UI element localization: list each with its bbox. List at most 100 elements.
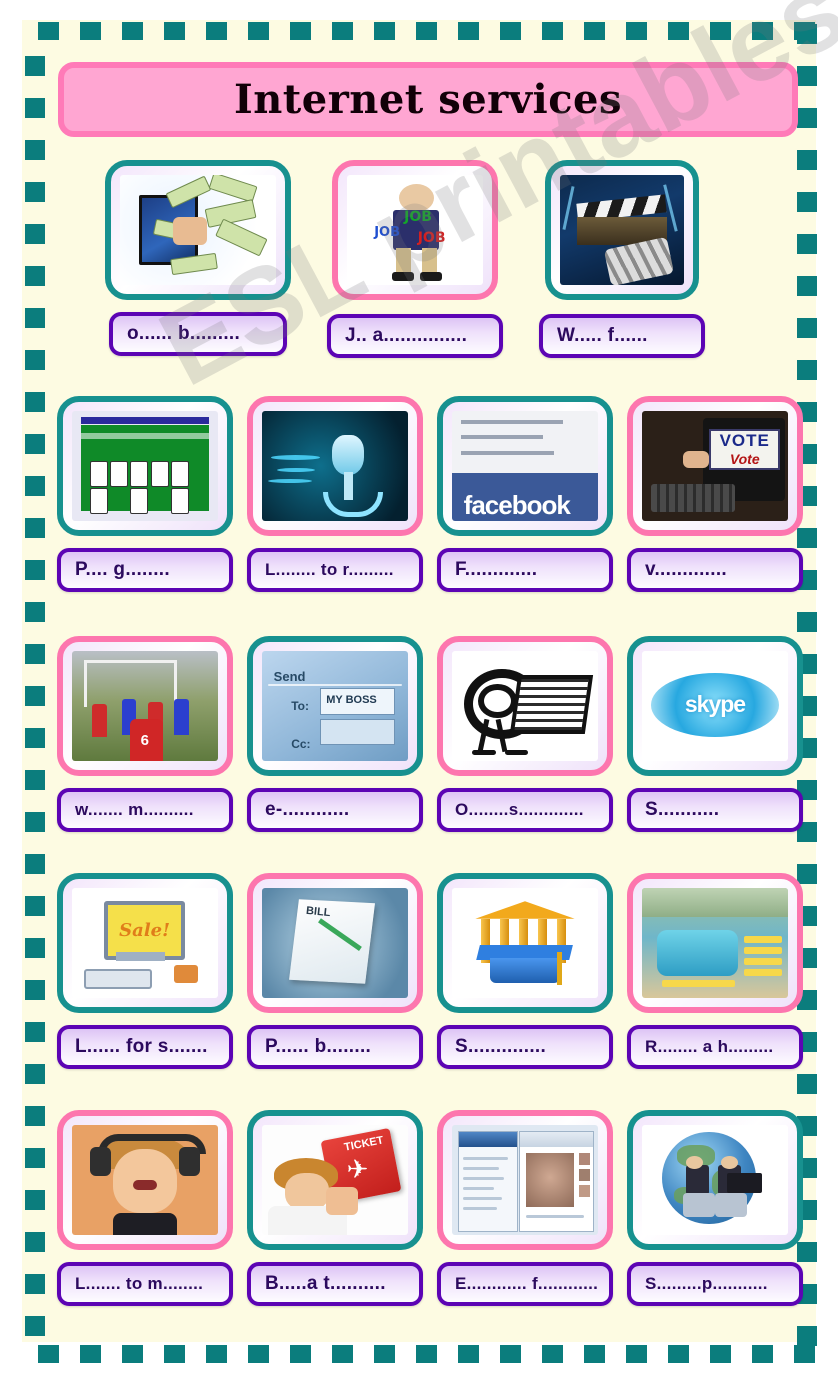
answer-label: w....... m..........: [75, 800, 194, 819]
social-pages-globe-laptop-image: [642, 1125, 788, 1235]
worksheet-cell: JOB JOB JOB J.. a...............: [327, 160, 503, 358]
answer-plate[interactable]: L........ to r.........: [247, 548, 423, 592]
job-word-red: JOB: [417, 230, 446, 246]
worksheet-cell: L....... to m........: [57, 1110, 233, 1306]
answer-label: R........ a h.........: [645, 1037, 774, 1056]
picture-frame: TICKET ✈: [247, 1110, 423, 1250]
picture-frame: skype: [627, 636, 803, 776]
answer-plate[interactable]: P.... g........: [57, 548, 233, 592]
answer-label: B.....a t..........: [265, 1273, 386, 1294]
answer-label: S.........p...........: [645, 1274, 768, 1293]
picture-frame: [105, 160, 291, 300]
answer-plate[interactable]: o...... b.........: [109, 312, 287, 356]
worksheet-cell: TICKET ✈ B.....a t..........: [247, 1110, 423, 1306]
picture-frame: [437, 1110, 613, 1250]
answer-plate[interactable]: O........s.............: [437, 788, 613, 832]
worksheet-row-2: P.... g........ L........ to r.........: [57, 396, 803, 592]
answer-label: L........ to r.........: [265, 560, 394, 579]
page-title: Internet services: [233, 76, 623, 123]
answer-plate[interactable]: L....... to m........: [57, 1262, 233, 1306]
picture-frame: facebook: [437, 396, 613, 536]
voting-computer-image: VOTE Vote: [642, 411, 788, 521]
answer-label: S...........: [645, 799, 720, 820]
paying-bills-document-image: BILL: [262, 888, 408, 998]
answer-label: L...... for s.......: [75, 1036, 208, 1057]
online-shopping-at-cart-image: [452, 651, 598, 761]
dashed-border-bottom: [38, 1345, 818, 1363]
vote-text: VOTE: [719, 431, 770, 451]
worksheet-cell: W..... f......: [539, 160, 705, 358]
picture-frame: JOB JOB JOB: [332, 160, 498, 300]
answer-plate[interactable]: F.............: [437, 548, 613, 592]
answer-plate[interactable]: W..... f......: [539, 314, 705, 358]
answer-plate[interactable]: B.....a t..........: [247, 1262, 423, 1306]
answer-plate[interactable]: S...........: [627, 788, 803, 832]
picture-frame: [437, 873, 613, 1013]
picture-frame: [545, 160, 699, 300]
dashed-border-top: [38, 22, 818, 40]
answer-plate[interactable]: w....... m..........: [57, 788, 233, 832]
email-send-to-my-boss-image: Send To: MY BOSS Cc:: [262, 651, 408, 761]
answer-plate[interactable]: S.........p...........: [627, 1262, 803, 1306]
facebook-wordmark: facebook: [463, 490, 571, 521]
worksheet-cell: BILL P...... b........: [247, 873, 423, 1069]
worksheet-cell: S..............: [437, 873, 613, 1069]
worksheet-cell: VOTE Vote v.............: [627, 396, 803, 592]
worksheet-page: Internet services ESL printables.com o..…: [0, 0, 838, 1389]
answer-plate[interactable]: J.. a...............: [327, 314, 503, 358]
answer-plate[interactable]: E............ f............: [437, 1262, 613, 1306]
watching-matches-football-image: 6: [72, 651, 218, 761]
vote-text-small: Vote: [729, 451, 760, 468]
answer-plate[interactable]: L...... for s.......: [57, 1025, 233, 1069]
worksheet-cell: skype S...........: [627, 636, 803, 832]
title-banner: Internet services: [58, 62, 798, 137]
worksheet-row-5: L....... to m........ TICKET ✈ B.....a t…: [57, 1110, 803, 1306]
answer-label: o...... b.........: [127, 323, 241, 344]
listening-to-radio-microphone-image: [262, 411, 408, 521]
mail-boss-value: MY BOSS: [326, 693, 377, 706]
picture-frame: [247, 396, 423, 536]
picture-frame: VOTE Vote: [627, 396, 803, 536]
job-word-green: JOB: [404, 209, 432, 226]
picture-frame: 6: [57, 636, 233, 776]
answer-plate[interactable]: R........ a h.........: [627, 1025, 803, 1069]
picture-frame: [627, 873, 803, 1013]
worksheet-cell: O........s.............: [437, 636, 613, 832]
answer-label: O........s.............: [455, 800, 584, 819]
answer-plate[interactable]: e-............: [247, 788, 423, 832]
worksheet-row-4: Sale! L...... for s....... BILL P...... …: [57, 873, 803, 1069]
sale-text: Sale!: [119, 919, 171, 941]
skype-wordmark: skype: [684, 691, 746, 718]
answer-label: e-............: [265, 799, 350, 820]
answer-label: E............ f............: [455, 1274, 599, 1293]
worksheet-cell: P.... g........: [57, 396, 233, 592]
worksheet-cell: o...... b.........: [105, 160, 291, 358]
answer-plate[interactable]: S..............: [437, 1025, 613, 1069]
mail-send-label: Send: [273, 668, 306, 684]
answer-label: L....... to m........: [75, 1274, 204, 1293]
watching-films-clapperboard-image: [560, 175, 684, 285]
picture-frame: [57, 396, 233, 536]
picture-frame: [627, 1110, 803, 1250]
job-search-character-image: JOB JOB JOB: [347, 175, 483, 285]
worksheet-cell: R........ a h.........: [627, 873, 803, 1069]
worksheet-cell: facebook F.............: [437, 396, 613, 592]
exchanging-files-video-chat-image: [452, 1125, 598, 1235]
skype-logo-image: skype: [642, 651, 788, 761]
picture-frame: [57, 1110, 233, 1250]
picture-frame: BILL: [247, 873, 423, 1013]
worksheet-row-3: 6 w....... m.......... Send To: MY BOSS …: [57, 636, 803, 832]
worksheet-cell: Sale! L...... for s.......: [57, 873, 233, 1069]
answer-plate[interactable]: P...... b........: [247, 1025, 423, 1069]
job-word-blue: JOB: [374, 224, 400, 240]
mail-to-label: To:: [291, 699, 309, 714]
answer-plate[interactable]: v.............: [627, 548, 803, 592]
worksheet-cell: S.........p...........: [627, 1110, 803, 1306]
listening-to-music-headphones-image: [72, 1125, 218, 1235]
answer-label: P.... g........: [75, 559, 170, 580]
answer-label: v.............: [645, 559, 727, 580]
studying-university-graduation-cap-image: [452, 888, 598, 998]
answer-label: F.............: [455, 559, 538, 580]
reserving-a-hotel-pool-image: [642, 888, 788, 998]
answer-label: W..... f......: [557, 325, 648, 346]
